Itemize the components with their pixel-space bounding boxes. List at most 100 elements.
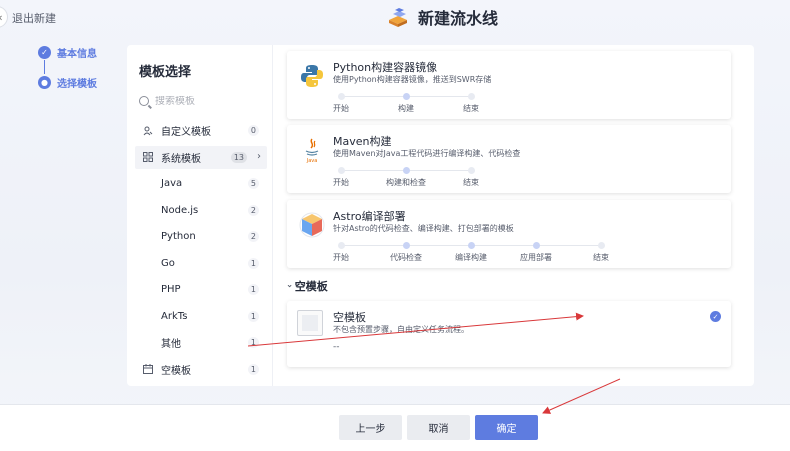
sidebar-item-java[interactable]: Java 5: [135, 172, 267, 195]
grid-icon: [143, 152, 153, 162]
template-card-astro[interactable]: Astro编译部署 针对Astro的代码检查、编译构建、打包部署的模板 开始 代…: [287, 200, 731, 268]
search-input[interactable]: [155, 95, 255, 107]
stage-node: 应用部署: [501, 240, 571, 263]
stage-dot: [337, 242, 345, 249]
stage-node: 开始: [306, 165, 376, 188]
prev-button[interactable]: 上一步: [339, 415, 402, 440]
count-badge: 1: [247, 284, 259, 295]
sidebar-item-label: Python: [161, 231, 196, 242]
sidebar-item-label: 系统模板: [161, 153, 201, 165]
footer-bar: 上一步 取消 确定: [0, 404, 790, 451]
stage-dot: [402, 242, 410, 249]
count-badge: 2: [247, 204, 259, 216]
sidebar-item-label: Java: [161, 178, 183, 189]
sidebar-item-arkts[interactable]: ArkTs 1: [135, 305, 267, 328]
template-name: Maven构建: [333, 135, 392, 148]
sidebar-item-label: Go: [161, 257, 175, 269]
calendar-icon: [143, 364, 153, 374]
stage-node: 编译构建: [436, 240, 506, 263]
template-card-maven[interactable]: Java Maven构建 使用Maven对Java工程代码进行编译构建、代码检查…: [287, 125, 731, 193]
user-icon: [143, 126, 153, 135]
sidebar-item-python[interactable]: Python 2: [135, 225, 267, 248]
step-basic-info[interactable]: ✓ 基本信息: [38, 44, 97, 60]
sidebar-item-nodejs[interactable]: Node.js 2: [135, 199, 267, 222]
stage-dot: [467, 93, 475, 100]
sidebar-item-label: 其他: [161, 339, 181, 350]
count-badge: 1: [247, 363, 259, 375]
stage-label: 构建: [398, 104, 414, 113]
template-description: 不包含预置步骤，自由定义任务流程。: [333, 325, 469, 334]
template-description: 使用Maven对Java工程代码进行编译构建、代码检查: [333, 149, 521, 158]
sidebar-item-custom[interactable]: 自定义模板 0: [135, 119, 267, 142]
step-select-template[interactable]: ● 选择模板: [38, 74, 97, 90]
stage-label: 开始: [333, 178, 349, 187]
template-name: Astro编译部署: [333, 210, 406, 223]
stage-node: 构建: [371, 91, 441, 114]
top-bar: ‹ 退出新建 新建流水线: [0, 0, 790, 36]
stage-node: 开始: [306, 91, 376, 114]
chevron-right-icon[interactable]: ›: [257, 151, 261, 162]
template-description: 使用Python构建容器镜像，推送到SWR存储: [333, 75, 492, 84]
chevron-down-icon: ›: [283, 284, 294, 288]
sidebar-item-go[interactable]: Go 1: [135, 252, 267, 275]
cancel-button[interactable]: 取消: [407, 415, 470, 440]
stage-dot: [532, 242, 540, 249]
count-badge: 5: [247, 178, 259, 189]
count-badge: 1: [247, 337, 259, 348]
count-badge: 0: [247, 125, 259, 136]
stage-flow: 开始 构建和检查 结束: [333, 165, 663, 189]
sidebar-item-label: PHP: [161, 284, 181, 295]
sidebar-item-system[interactable]: 系统模板 13 ›: [135, 145, 267, 169]
svg-text:Java: Java: [306, 158, 318, 164]
sidebar-item-label: 空模板: [161, 365, 191, 377]
stage-label: 构建和检查: [386, 178, 426, 187]
stage-label: 结束: [463, 104, 479, 113]
stage-label: 开始: [333, 253, 349, 262]
sidebar-item-label: ArkTs: [161, 310, 188, 322]
step-current-icon: ●: [38, 75, 51, 89]
back-arrow-icon[interactable]: ‹: [0, 6, 8, 28]
blank-group-toggle[interactable]: › 空模板: [283, 278, 328, 294]
template-extra: --: [333, 342, 340, 352]
astro-cube-icon: [299, 212, 325, 238]
template-category-list: 自定义模板 0 系统模板 13 › Java 5 Node.js 2 Pytho…: [135, 119, 267, 384]
confirm-button[interactable]: 确定: [475, 415, 538, 440]
sidebar-item-other[interactable]: 其他 1: [135, 331, 267, 354]
check-icon: ✓: [38, 45, 51, 59]
template-sidebar: 模板选择 自定义模板 0 系统模板 13 › Java 5 Node.js: [127, 45, 273, 386]
search-box[interactable]: [139, 92, 261, 110]
page-title: 新建流水线: [418, 9, 499, 28]
stage-node: 结束: [436, 91, 506, 114]
stage-dot: [402, 167, 410, 174]
step-label: 选择模板: [57, 78, 97, 90]
template-name: Python构建容器镜像: [333, 61, 438, 74]
stage-label: 应用部署: [520, 253, 552, 262]
step-connector: [44, 60, 45, 74]
stage-flow: 开始 构建 结束: [333, 91, 663, 115]
sidebar-item-label: Node.js: [161, 204, 199, 216]
stage-dot: [467, 167, 475, 174]
java-icon: Java: [306, 138, 319, 164]
sidebar-item-php[interactable]: PHP 1: [135, 278, 267, 301]
stage-label: 编译构建: [455, 253, 487, 262]
sidebar-item-blank[interactable]: 空模板 1: [135, 358, 267, 381]
stage-label: 开始: [333, 104, 349, 113]
selected-check-icon: ✓: [710, 311, 721, 322]
count-badge: 1: [247, 257, 259, 269]
stage-label: 结束: [593, 253, 609, 262]
count-badge: 2: [247, 231, 259, 242]
sidebar-item-label: 自定义模板: [161, 127, 211, 138]
stage-node: 结束: [566, 240, 636, 263]
template-list: Python构建容器镜像 使用Python构建容器镜像，推送到SWR存储 开始 …: [283, 45, 741, 386]
template-card-python[interactable]: Python构建容器镜像 使用Python构建容器镜像，推送到SWR存储 开始 …: [287, 51, 731, 119]
title-area: 新建流水线: [386, 4, 498, 30]
stage-node: 结束: [436, 165, 506, 188]
step-indicator: ✓ 基本信息 ● 选择模板: [38, 44, 97, 90]
template-description: 针对Astro的代码检查、编译构建、打包部署的模板: [333, 224, 514, 233]
template-name: 空模板: [333, 311, 366, 324]
template-card-blank[interactable]: 空模板 不包含预置步骤，自由定义任务流程。 -- ✓: [287, 301, 731, 367]
stage-node: 代码检查: [371, 240, 441, 263]
pipeline-logo-icon: [389, 8, 407, 27]
exit-create-link[interactable]: 退出新建: [12, 10, 56, 26]
stage-node: 开始: [306, 240, 376, 263]
